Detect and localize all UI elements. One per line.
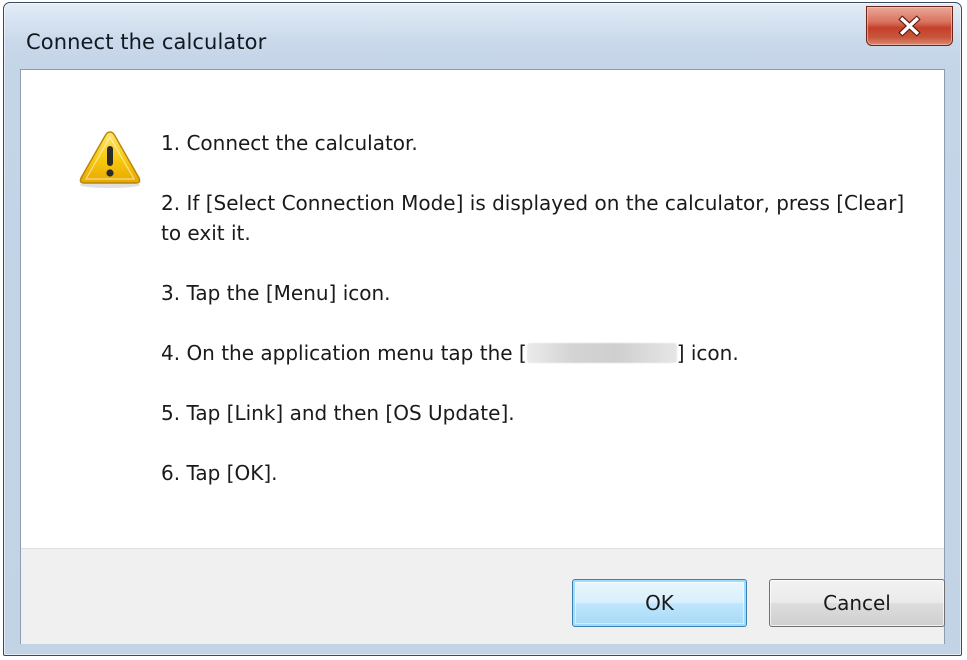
instruction-step-4: 4. On the application menu tap the [ ] ic… — [161, 338, 921, 368]
step-text: 5. Tap [Link] and then [OS Update]. — [161, 401, 515, 425]
close-icon — [898, 15, 921, 37]
step-text-end: ] icon. — [676, 341, 739, 365]
button-bar: OK Cancel — [21, 548, 945, 644]
cancel-button[interactable]: Cancel — [769, 579, 945, 627]
redacted-app-name — [526, 343, 677, 363]
window-title: Connect the calculator — [26, 30, 267, 54]
step-text: 1. Connect the calculator. — [161, 131, 418, 155]
step-text: 2. If [Select Connection Mode] is displa… — [161, 191, 905, 245]
ok-button[interactable]: OK — [572, 579, 747, 627]
step-text: 3. Tap the [Menu] icon. — [161, 281, 391, 305]
dialog-window: Connect the calculator 1. Connect the ca… — [3, 2, 962, 656]
instruction-step-6: 6. Tap [OK]. — [161, 458, 921, 488]
close-button[interactable] — [866, 6, 953, 46]
step-text: 4. On the application menu tap the [ — [161, 341, 527, 365]
warning-icon — [79, 131, 141, 188]
title-bar[interactable]: Connect the calculator — [4, 3, 961, 65]
dialog-client-area: 1. Connect the calculator. 2. If [Select… — [20, 69, 945, 644]
instruction-list: 1. Connect the calculator. 2. If [Select… — [161, 128, 921, 518]
cancel-button-label: Cancel — [823, 591, 891, 615]
message-area: 1. Connect the calculator. 2. If [Select… — [21, 70, 944, 548]
instruction-step-5: 5. Tap [Link] and then [OS Update]. — [161, 398, 921, 428]
instruction-step-1: 1. Connect the calculator. — [161, 128, 921, 158]
step-text: 6. Tap [OK]. — [161, 461, 278, 485]
instruction-step-3: 3. Tap the [Menu] icon. — [161, 278, 921, 308]
instruction-step-2: 2. If [Select Connection Mode] is displa… — [161, 188, 921, 248]
ok-button-label: OK — [645, 591, 674, 615]
